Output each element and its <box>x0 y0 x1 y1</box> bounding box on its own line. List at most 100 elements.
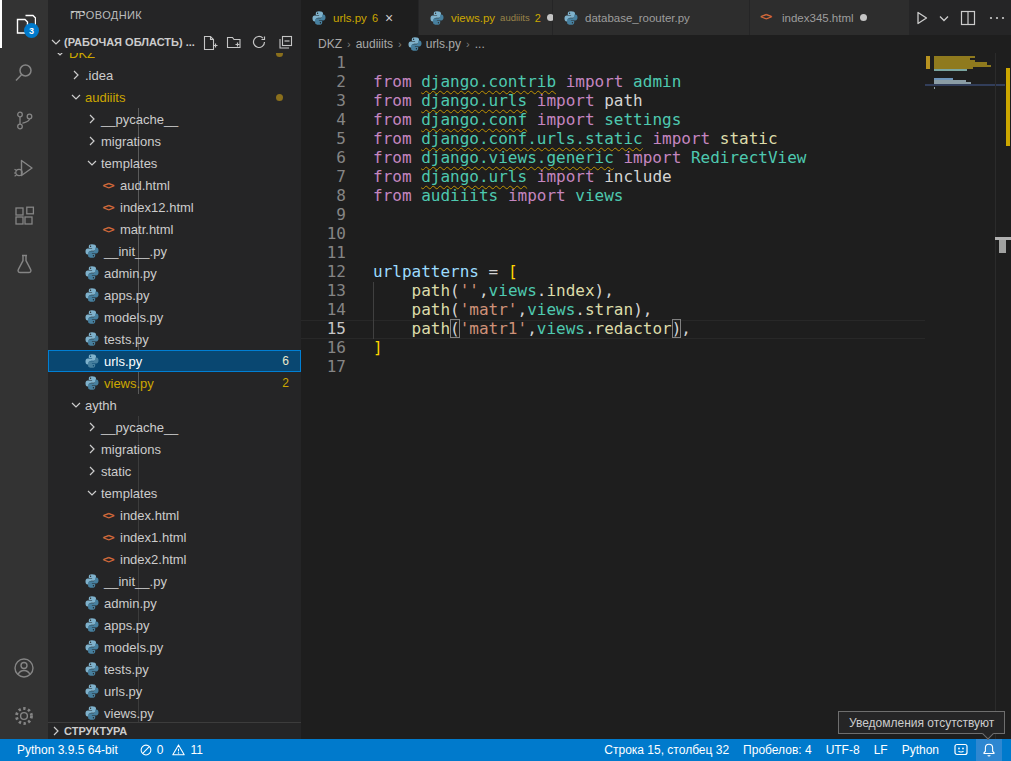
tree-item-templates[interactable]: templates <box>48 152 301 174</box>
tree-item--pycache-[interactable]: __pycache__ <box>48 108 301 130</box>
tree-item-migrations[interactable]: migrations <box>48 438 301 460</box>
activitybar-account-icon[interactable] <box>0 644 48 692</box>
more-actions-icon[interactable] <box>983 0 1011 35</box>
breadcrumb-item[interactable]: ... <box>475 37 485 51</box>
close-tab-icon[interactable]: × <box>385 11 393 25</box>
tree-item-admin-py[interactable]: admin.py <box>48 262 301 284</box>
tree-item-templates[interactable]: templates <box>48 482 301 504</box>
tab-label: database_roouter.py <box>585 12 690 24</box>
tab-index345.html[interactable]: <>index345.html <box>750 0 910 35</box>
breadcrumb-item[interactable]: audiiits <box>356 37 393 51</box>
tree-item-tests-py[interactable]: tests.py <box>48 328 301 350</box>
breadcrumb[interactable]: DKZ›audiiits›urls.py›... <box>301 35 1011 53</box>
tree-item-apps-py[interactable]: apps.py <box>48 284 301 306</box>
tree-item--pycache-[interactable]: __pycache__ <box>48 416 301 438</box>
chevron-down-icon <box>68 397 84 413</box>
code-line-5: from django.conf.urls.static import stat… <box>373 129 807 148</box>
python-file-icon <box>84 353 100 369</box>
tree-item-label: aythh <box>85 398 117 413</box>
status-bar: Python 3.9.5 64-bit 0 11 Строка 15, стол… <box>0 739 1011 761</box>
tree-item-index2-html[interactable]: <>index2.html <box>48 548 301 570</box>
workspace-section-header[interactable]: (РАБОЧАЯ ОБЛАСТЬ) ... <box>48 30 301 53</box>
tree-item-static[interactable]: static <box>48 460 301 482</box>
status-indentation[interactable]: Пробелов: 4 <box>736 739 819 761</box>
tree-item-apps-py[interactable]: apps.py <box>48 614 301 636</box>
tree-item-admin-py[interactable]: admin.py <box>48 592 301 614</box>
tree-item-label: index12.html <box>120 200 194 215</box>
tree-item-models-py[interactable]: models.py <box>48 306 301 328</box>
status-cursor-position[interactable]: Строка 15, столбец 32 <box>597 739 736 761</box>
minimap[interactable] <box>925 53 995 761</box>
code-line-15: path('matr1',views.redactor), <box>373 319 807 338</box>
tree-item-label: index1.html <box>120 530 186 545</box>
activitybar-extensions-icon[interactable] <box>0 192 48 240</box>
feedback-icon[interactable] <box>946 739 976 761</box>
activitybar-source-control-icon[interactable] <box>0 96 48 144</box>
refresh-icon[interactable] <box>250 33 268 51</box>
activitybar-testing-icon[interactable] <box>0 240 48 288</box>
activitybar-settings-icon[interactable] <box>0 692 48 740</box>
tree-item-label: aud.html <box>120 178 170 193</box>
tree-item-audiiits[interactable]: audiiits <box>48 86 301 108</box>
line-number-gutter: 1234567891011121314151617 <box>301 53 346 376</box>
chevron-down-icon <box>68 89 84 105</box>
breadcrumb-separator: › <box>398 38 402 50</box>
problems-item[interactable]: 0 11 <box>125 739 210 761</box>
tree-item-views-py[interactable]: views.py2 <box>48 372 301 394</box>
dirty-dot-icon[interactable] <box>860 14 867 21</box>
breadcrumb-item[interactable]: urls.py <box>426 37 461 51</box>
chevron-right-icon <box>84 111 100 127</box>
breadcrumb-separator: › <box>466 38 470 50</box>
code-line-2: from django.contrib import admin <box>373 72 807 91</box>
tree-item--idea[interactable]: .idea <box>48 64 301 86</box>
tree-item-index12-html[interactable]: <>index12.html <box>48 196 301 218</box>
tree-item--init-py[interactable]: __init__.py <box>48 240 301 262</box>
tree-item-aud-html[interactable]: <>aud.html <box>48 174 301 196</box>
tree-item-label: migrations <box>101 442 161 457</box>
python-file-icon <box>84 243 100 259</box>
line-number-10: 10 <box>301 224 346 243</box>
tab-views.py[interactable]: views.pyaudiiits2 <box>419 0 553 35</box>
status-eol[interactable]: LF <box>867 739 895 761</box>
tree-item-aythh[interactable]: aythh <box>48 394 301 416</box>
tree-item-urls-py[interactable]: urls.py <box>48 680 301 702</box>
status-encoding[interactable]: UTF-8 <box>819 739 867 761</box>
new-file-icon[interactable] <box>200 33 218 51</box>
tab-urls.py[interactable]: urls.py6× <box>301 0 419 35</box>
structure-section-header[interactable]: СТРУКТУРА <box>48 722 301 739</box>
breadcrumb-item[interactable]: DKZ <box>318 37 342 51</box>
line-number-17: 17 <box>301 357 346 376</box>
tree-item-matr-html[interactable]: <>matr.html <box>48 218 301 240</box>
overview-ruler[interactable] <box>996 53 1011 761</box>
tree-item-index1-html[interactable]: <>index1.html <box>48 526 301 548</box>
code-editor[interactable]: 1234567891011121314151617 from django.co… <box>301 53 1011 739</box>
tab-label: index345.html <box>782 12 854 24</box>
split-editor-icon[interactable] <box>953 0 983 35</box>
tree-item-label: views.py <box>104 376 154 391</box>
python-file-icon <box>429 10 445 26</box>
activitybar-search-icon[interactable] <box>0 48 48 96</box>
scrollbar-cursor-artifact-stem <box>999 240 1006 253</box>
status-language-mode[interactable]: Python <box>895 739 946 761</box>
tree-item-tests-py[interactable]: tests.py <box>48 658 301 680</box>
notifications-bell-icon[interactable] <box>976 739 1002 761</box>
run-dropdown-icon[interactable] <box>935 0 953 35</box>
tree-item--init-py[interactable]: __init__.py <box>48 570 301 592</box>
collapse-folders-icon[interactable] <box>275 33 293 51</box>
python-version-item[interactable]: Python 3.9.5 64-bit <box>10 739 125 761</box>
tree-item-models-py[interactable]: models.py <box>48 636 301 658</box>
tab-problems-badge: 6 <box>372 12 378 24</box>
new-folder-icon[interactable] <box>225 33 243 51</box>
run-button[interactable] <box>909 0 935 35</box>
tree-item-urls-py[interactable]: urls.py6 <box>48 350 301 372</box>
activitybar-run-and-debug-icon[interactable] <box>0 144 48 192</box>
error-count: 0 <box>157 743 164 757</box>
line-number-15: 15 <box>301 319 346 338</box>
tree-item-index-html[interactable]: <>index.html <box>48 504 301 526</box>
tree-item-migrations[interactable]: migrations <box>48 130 301 152</box>
tree-item-views-py[interactable]: views.py <box>48 702 301 724</box>
explorer-header: ПРОВОДНИК ⋯ <box>48 0 301 30</box>
activitybar-explorer-icon[interactable]: 3 <box>0 0 48 48</box>
tab-database_roouter.py[interactable]: database_roouter.py <box>553 0 750 35</box>
explorer-more-icon[interactable]: ⋯ <box>70 2 285 21</box>
